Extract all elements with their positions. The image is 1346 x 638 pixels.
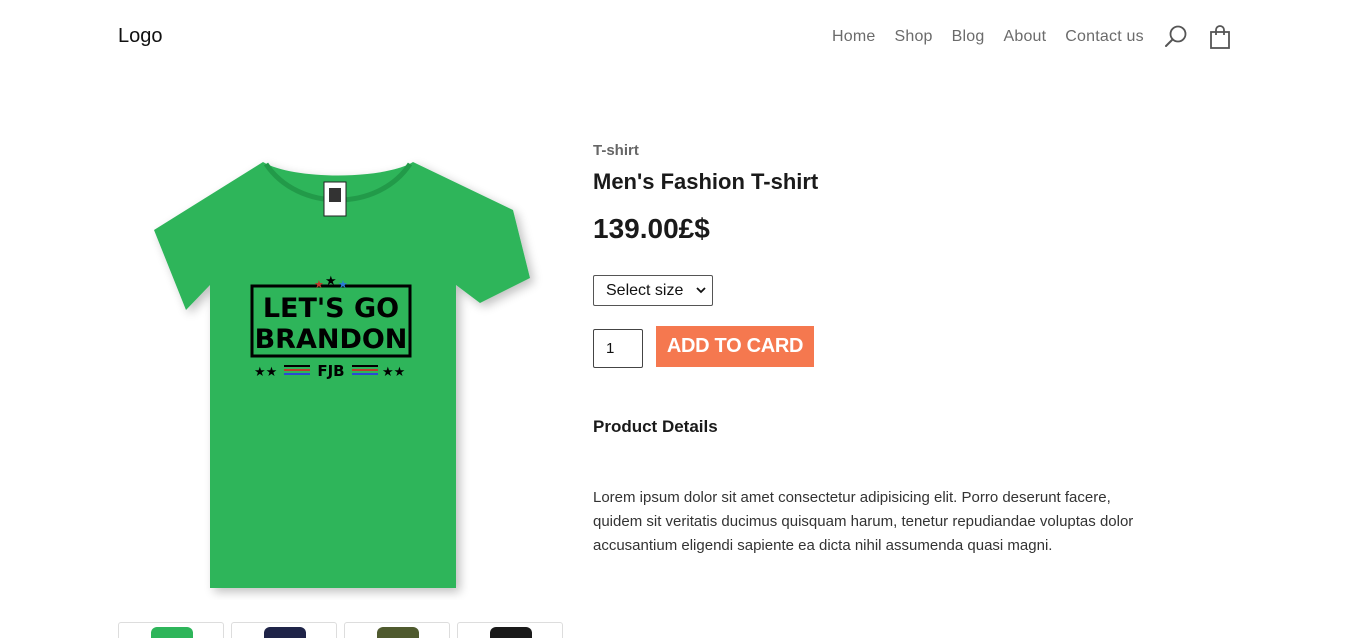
- nav-home[interactable]: Home: [832, 28, 875, 46]
- shopping-bag-icon[interactable]: [1207, 24, 1233, 50]
- nav-blog[interactable]: Blog: [952, 28, 985, 46]
- print-line-1: LET'S GO: [263, 293, 399, 324]
- print-line-3: FJB: [317, 362, 344, 380]
- nav-contact[interactable]: Contact us: [1065, 28, 1143, 46]
- svg-text:★★: ★★: [382, 364, 405, 379]
- product-description: Lorem ipsum dolor sit amet consectetur a…: [593, 489, 1134, 554]
- thumbnail-green[interactable]: [118, 622, 224, 638]
- quantity-input[interactable]: [593, 329, 643, 368]
- svg-text:★: ★: [338, 279, 348, 291]
- product-main-image[interactable]: LET'S GO BRANDON FJB ★★ ★★ ★ ★ ★: [118, 140, 562, 600]
- product-title: Men's Fashion T-shirt: [593, 169, 819, 194]
- svg-text:★: ★: [325, 273, 337, 288]
- product-price: 139.00£$: [593, 213, 710, 244]
- chevron-down-icon: [696, 287, 706, 294]
- size-select-value: Select size: [606, 281, 684, 299]
- size-select[interactable]: Select size: [593, 275, 713, 306]
- add-to-card-button[interactable]: ADD TO CARD: [656, 326, 814, 367]
- thumbnail-navy[interactable]: [231, 622, 337, 638]
- product-category: T-shirt: [593, 142, 639, 159]
- svg-text:★: ★: [314, 279, 324, 291]
- main-nav: Home Shop Blog About Contact us: [832, 24, 1251, 50]
- print-line-2: BRANDON: [255, 324, 408, 355]
- thumbnail-olive[interactable]: [344, 622, 450, 638]
- nav-shop[interactable]: Shop: [894, 28, 932, 46]
- svg-text:★★: ★★: [254, 364, 277, 379]
- logo[interactable]: Logo: [118, 25, 163, 48]
- search-icon[interactable]: [1163, 24, 1189, 50]
- product-details-heading: Product Details: [593, 417, 718, 436]
- thumbnail-black[interactable]: [457, 622, 563, 638]
- thumbnail-gallery: [118, 622, 563, 638]
- nav-about[interactable]: About: [1003, 28, 1046, 46]
